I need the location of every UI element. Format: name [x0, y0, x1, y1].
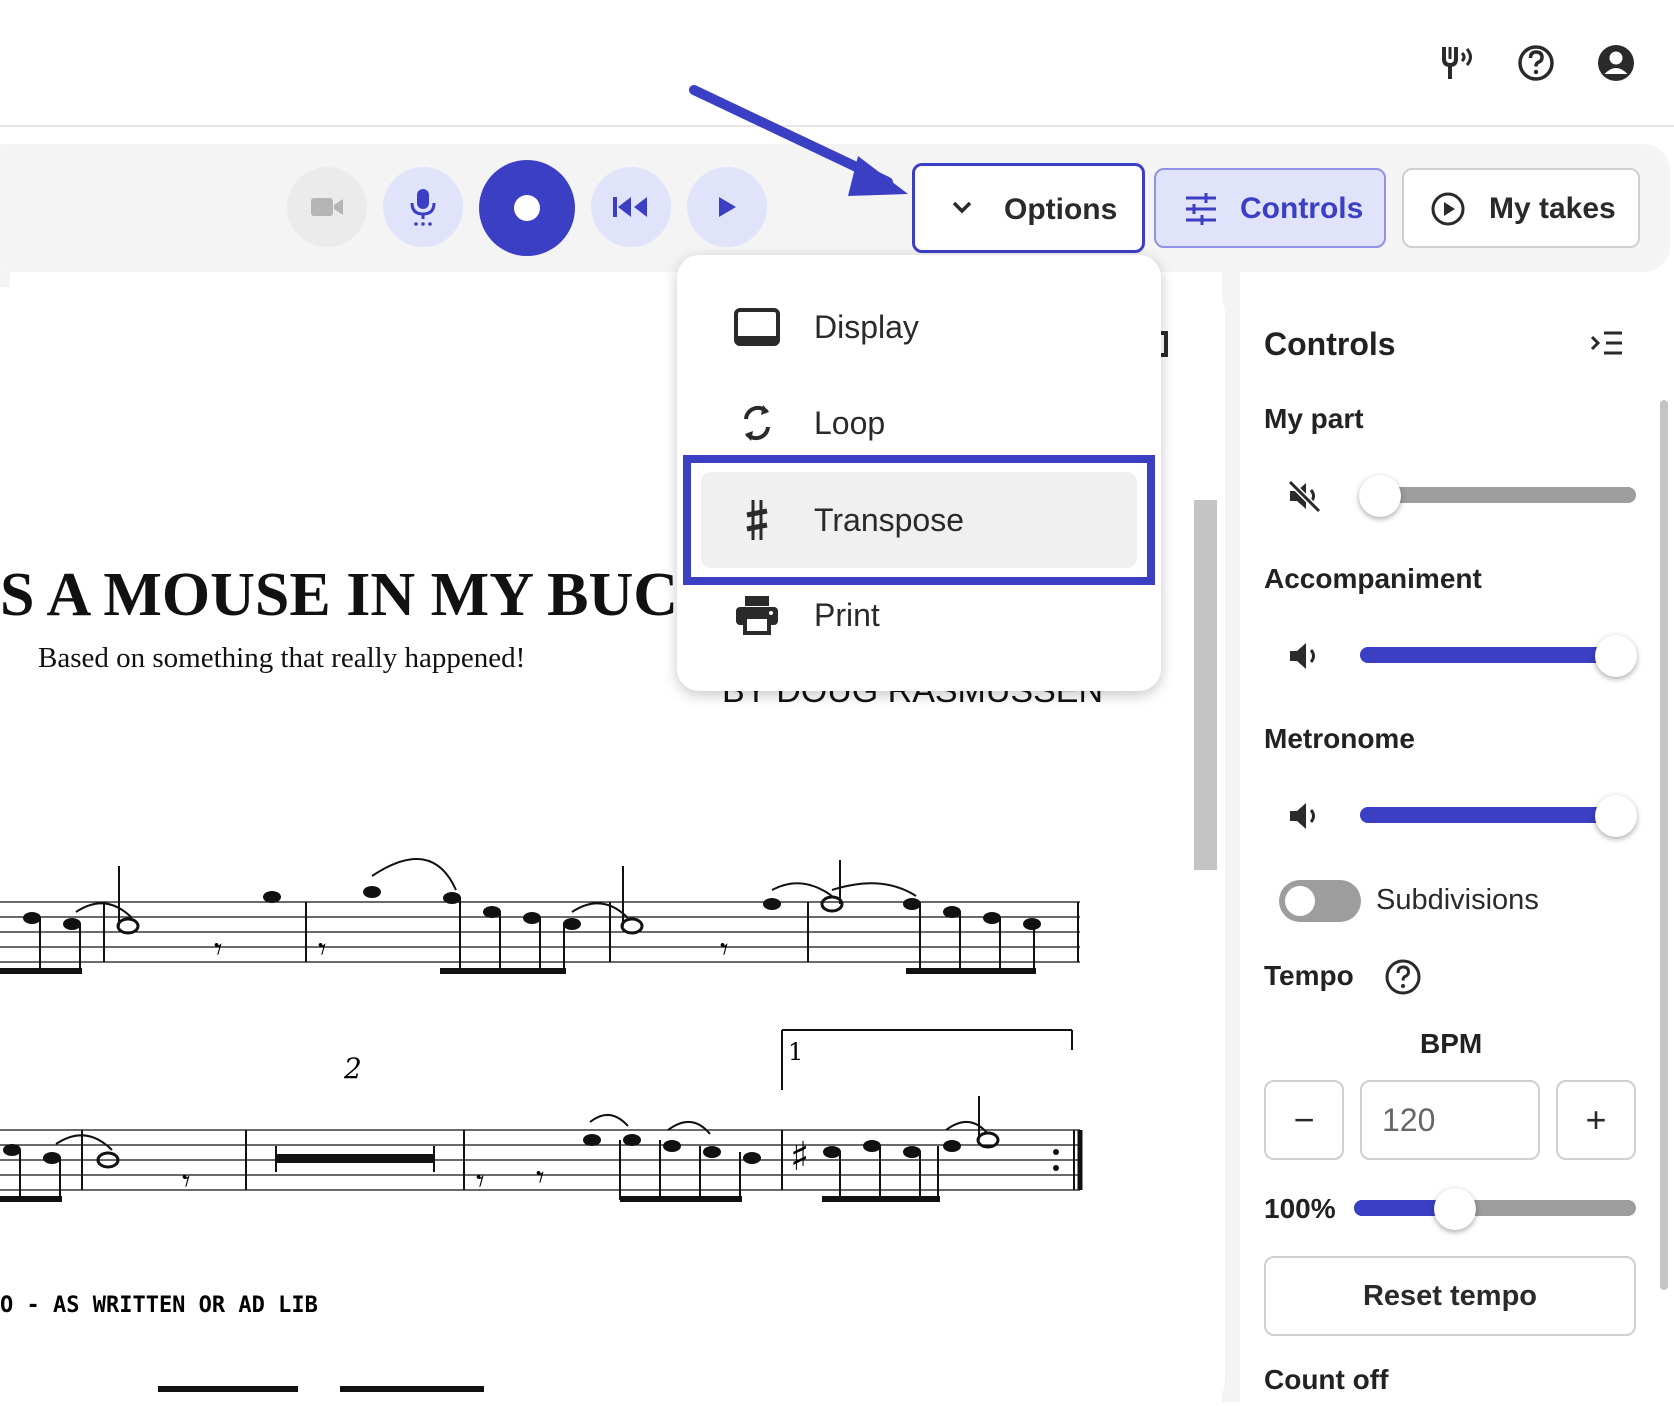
menu-item-label: Display — [814, 308, 919, 345]
svg-text:𝄾: 𝄾 — [318, 930, 327, 968]
accompaniment-slider-fill — [1360, 647, 1616, 663]
volume-icon[interactable] — [1286, 798, 1322, 834]
skip-back-icon — [613, 197, 647, 217]
tempo-decrease-button[interactable]: − — [1264, 1080, 1344, 1160]
bpm-input[interactable]: 120 — [1360, 1080, 1540, 1160]
bpm-value: 120 — [1382, 1102, 1436, 1138]
sliders-icon — [1186, 193, 1216, 225]
controls-label: Controls — [1240, 192, 1364, 225]
reset-tempo-button[interactable]: Reset tempo — [1264, 1256, 1636, 1336]
options-label: Options — [1004, 193, 1118, 226]
score-subtitle: Based on something that really happened! — [38, 642, 526, 674]
tuner-icon[interactable] — [1431, 38, 1481, 88]
svg-text:𝄾: 𝄾 — [182, 1162, 191, 1200]
collapse-panel-icon[interactable] — [1590, 328, 1624, 358]
my-part-slider[interactable] — [1360, 487, 1636, 503]
menu-item-display[interactable]: Display — [677, 279, 1161, 375]
tempo-percent-slider-handle[interactable] — [1434, 1188, 1476, 1230]
subdivisions-toggle[interactable] — [1279, 880, 1361, 922]
volume-muted-icon[interactable] — [1286, 478, 1322, 514]
controls-panel — [1240, 287, 1674, 1407]
accompaniment-slider-handle[interactable] — [1595, 635, 1637, 677]
section-text: O - AS WRITTEN OR AD LIB — [0, 1293, 318, 1318]
ending-number: 1 — [788, 1038, 803, 1066]
my-takes-label: My takes — [1489, 192, 1616, 225]
controls-scrollbar[interactable] — [1660, 400, 1668, 1290]
chevron-down-icon — [952, 201, 972, 214]
camera-icon — [311, 198, 343, 216]
metronome-slider-handle[interactable] — [1595, 795, 1637, 837]
record-icon — [514, 195, 540, 221]
svg-text:♯: ♯ — [790, 1134, 809, 1180]
controls-title: Controls — [1264, 326, 1396, 362]
count-off-label: Count off — [1264, 1364, 1389, 1395]
volume-icon[interactable] — [1286, 638, 1322, 674]
bpm-label: BPM — [1420, 1028, 1483, 1059]
svg-text:𝄾: 𝄾 — [476, 1162, 485, 1200]
play-circle-icon — [1431, 192, 1465, 226]
my-part-label: My part — [1264, 403, 1364, 434]
subdivisions-label: Subdivisions — [1376, 884, 1539, 916]
tempo-increase-button[interactable]: + — [1556, 1080, 1636, 1160]
music-staff: 𝄾 𝄾 𝄾 2 1 𝄾 𝄾 𝄾 ♯ O - AS WRITTEN OR AD L… — [0, 858, 1083, 1392]
my-takes-button[interactable]: My takes — [1402, 168, 1640, 248]
annotation-arrow — [689, 85, 908, 196]
metronome-label: Metronome — [1264, 723, 1415, 754]
help-icon[interactable] — [1511, 38, 1561, 88]
fullscreen-icon[interactable] — [1160, 331, 1168, 357]
controls-button[interactable]: Controls — [1154, 168, 1386, 248]
loop-icon — [733, 399, 781, 447]
menu-item-label: Print — [814, 596, 880, 633]
sheet-scrollbar[interactable] — [1194, 500, 1217, 870]
print-icon — [733, 591, 781, 639]
options-button[interactable]: Options — [912, 163, 1145, 253]
display-icon — [733, 303, 781, 351]
rewind-button[interactable] — [591, 167, 671, 247]
measure-rest-number: 2 — [343, 1052, 362, 1085]
svg-text:𝄾: 𝄾 — [536, 1158, 545, 1196]
menu-item-transpose[interactable]: Transpose — [701, 472, 1137, 568]
menu-item-print[interactable]: Print — [677, 567, 1161, 663]
tempo-help-icon[interactable] — [1384, 958, 1422, 996]
accompaniment-label: Accompaniment — [1264, 563, 1482, 594]
options-menu: Display Loop Transpose Print — [677, 255, 1161, 691]
record-button[interactable] — [479, 160, 575, 256]
microphone-icon — [410, 189, 436, 226]
sharp-icon — [733, 496, 781, 544]
toggle-knob — [1285, 886, 1315, 916]
my-part-slider-handle[interactable] — [1359, 475, 1401, 517]
svg-text:𝄾: 𝄾 — [720, 930, 729, 968]
microphone-button[interactable] — [383, 167, 463, 247]
menu-item-label: Transpose — [814, 501, 964, 538]
metronome-slider-fill — [1360, 807, 1616, 823]
account-icon[interactable] — [1591, 38, 1641, 88]
tempo-percent: 100% — [1264, 1193, 1336, 1224]
svg-text:𝄾: 𝄾 — [214, 930, 223, 968]
score-title: S A MOUSE IN MY BUCK — [0, 561, 727, 629]
tempo-label: Tempo — [1264, 960, 1354, 991]
menu-item-label: Loop — [814, 404, 886, 441]
camera-button[interactable] — [287, 167, 367, 247]
